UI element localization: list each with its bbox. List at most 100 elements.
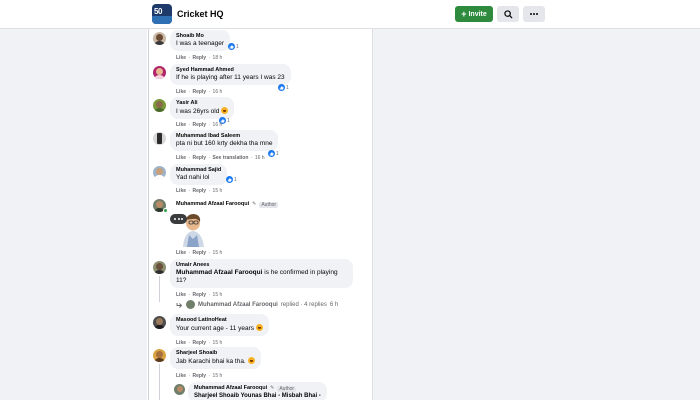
comment-author[interactable]: Muhammad Afzaal Farooqui bbox=[176, 201, 249, 208]
comment-actions: Like · Reply · 15 h bbox=[176, 340, 223, 346]
comment-time[interactable]: 18 h bbox=[213, 55, 223, 61]
comment-bubble: Shoaib Mo I was a teenager bbox=[170, 30, 231, 51]
reaction-count[interactable]: 1 bbox=[228, 43, 239, 50]
comment-author[interactable]: Sharjeel Shoaib bbox=[176, 350, 255, 357]
invite-button[interactable]: + Invite bbox=[455, 6, 493, 22]
avatar[interactable] bbox=[153, 99, 166, 112]
like-link[interactable]: Like bbox=[176, 122, 186, 128]
thread-line bbox=[159, 276, 160, 302]
reply-author[interactable]: Muhammad Afzaal Farooqui bbox=[194, 385, 267, 392]
like-link[interactable]: Like bbox=[176, 55, 186, 61]
reply-bubble: Muhammad Afzaal Farooqui ✎ Author Sharje… bbox=[188, 382, 327, 400]
like-reaction-icon bbox=[268, 150, 275, 157]
reply-link[interactable]: Reply bbox=[192, 292, 206, 298]
reply-link[interactable]: Reply bbox=[192, 340, 206, 346]
avatar[interactable] bbox=[153, 66, 166, 79]
avatar[interactable] bbox=[153, 261, 166, 274]
comment-time[interactable]: 15 h bbox=[213, 340, 223, 346]
comment-time[interactable]: 15 h bbox=[213, 188, 223, 194]
avatar[interactable] bbox=[153, 166, 166, 179]
comment-author[interactable]: Syed Hammad Ahmed bbox=[176, 67, 285, 74]
reaction-count[interactable]: 1 bbox=[268, 150, 279, 157]
comment-text: Muhammad Afzaal Farooqui is he confirmed… bbox=[176, 269, 338, 276]
like-link[interactable]: Like bbox=[176, 250, 186, 256]
group-title[interactable]: Cricket HQ bbox=[177, 9, 224, 19]
see-translation-link[interactable]: See translation bbox=[213, 155, 249, 161]
comment-text-continued: 11? bbox=[176, 277, 187, 284]
more-options-button[interactable] bbox=[523, 6, 545, 22]
comment-time[interactable]: 16 h bbox=[255, 155, 265, 161]
avatar[interactable] bbox=[153, 349, 166, 362]
like-reaction-icon bbox=[278, 84, 285, 91]
typing-indicator bbox=[170, 214, 187, 224]
online-status-dot bbox=[163, 208, 168, 213]
avatar[interactable] bbox=[153, 316, 166, 329]
comment-bubble: Masood LatinoHeat Your current age - 11 … bbox=[170, 314, 269, 336]
like-reaction-icon bbox=[226, 176, 233, 183]
comment-author-row: Muhammad Afzaal Farooqui ✎ Author bbox=[176, 201, 279, 208]
thread-line bbox=[159, 364, 160, 400]
comment-time[interactable]: 15 h bbox=[213, 250, 223, 256]
comment-author[interactable]: Muhammad Ibad Saleem bbox=[176, 133, 272, 140]
reply-link[interactable]: Reply bbox=[192, 122, 206, 128]
reply-text: Sharjeel Shoaib Younas Bhai - Misbah Bha… bbox=[194, 393, 321, 399]
author-badge: Author bbox=[259, 201, 279, 208]
laugh-emoji-icon bbox=[221, 107, 229, 114]
comment-actions: Like · Reply · 15 h bbox=[176, 373, 223, 379]
avatar[interactable] bbox=[174, 384, 185, 395]
comment-actions: Like · Reply · 15 h bbox=[176, 188, 223, 194]
reply-link[interactable]: Reply bbox=[192, 89, 206, 95]
author-badge: Author bbox=[277, 385, 297, 392]
comment-time[interactable]: 16 h bbox=[213, 122, 223, 128]
reply-link[interactable]: Reply bbox=[192, 155, 206, 161]
comment-time[interactable]: 16 h bbox=[213, 89, 223, 95]
comment-text: I was a teenager bbox=[176, 40, 225, 47]
comment-author[interactable]: Umair Anees bbox=[176, 262, 347, 269]
reply-author-row: Muhammad Afzaal Farooqui ✎ Author bbox=[194, 385, 321, 392]
comment-text: I was 26yrs old bbox=[176, 107, 229, 116]
plus-icon: + bbox=[461, 8, 467, 19]
search-button[interactable] bbox=[497, 6, 519, 22]
comment-bubble: Syed Hammad Ahmed If he is playing after… bbox=[170, 64, 291, 85]
comment-author[interactable]: Shoaib Mo bbox=[176, 33, 224, 40]
comment-author[interactable]: Masood LatinoHeat bbox=[176, 317, 263, 324]
comment-author[interactable]: Muhammad Sajid bbox=[176, 167, 221, 174]
comment-time[interactable]: 15 h bbox=[213, 292, 223, 298]
comment-actions: Like · Reply · 18 h bbox=[176, 55, 223, 61]
comment-author[interactable]: Yasir Ali bbox=[176, 100, 228, 107]
reply-arrow-icon bbox=[176, 302, 183, 308]
like-link[interactable]: Like bbox=[176, 89, 186, 95]
right-panel bbox=[374, 29, 700, 400]
comment-bubble: Yasir Ali I was 26yrs old bbox=[170, 97, 235, 119]
reaction-count[interactable]: 1 bbox=[278, 84, 289, 91]
like-link[interactable]: Like bbox=[176, 155, 186, 161]
reply-link[interactable]: Reply bbox=[192, 373, 206, 379]
comment-text: Yad nahi lol bbox=[176, 174, 210, 181]
laugh-emoji-icon bbox=[255, 324, 263, 331]
reply-link[interactable]: Reply bbox=[192, 250, 206, 256]
moderator-icon: ✎ bbox=[270, 385, 275, 391]
comment-text: If he is playing after 11 years I was 23 bbox=[176, 74, 285, 81]
reply-link[interactable]: Reply bbox=[192, 55, 206, 61]
avatar[interactable] bbox=[153, 132, 166, 145]
like-link[interactable]: Like bbox=[176, 188, 186, 194]
comment-text: Your current age - 11 years bbox=[176, 324, 263, 333]
group-logo[interactable]: 50 bbox=[152, 4, 172, 24]
avatar[interactable] bbox=[153, 32, 166, 45]
comment-actions: Like · Reply · See translation · 16 h bbox=[176, 155, 265, 161]
view-replies-link[interactable]: Muhammad Afzaal Farooqui replied · 4 rep… bbox=[176, 300, 338, 309]
like-link[interactable]: Like bbox=[176, 292, 186, 298]
comment-actions: Like · Reply · 15 h bbox=[176, 292, 223, 298]
comment-actions: Like · Reply · 16 h bbox=[176, 122, 223, 128]
avatar bbox=[186, 300, 195, 309]
reaction-count[interactable]: 1 bbox=[226, 176, 237, 183]
mention-link[interactable]: Muhammad Afzaal Farooqui bbox=[176, 269, 262, 276]
search-icon bbox=[503, 9, 513, 19]
comment-actions: Like · Reply · 16 h bbox=[176, 89, 223, 95]
comment-time[interactable]: 15 h bbox=[213, 373, 223, 379]
comment-actions: Like · Reply · 15 h bbox=[176, 250, 223, 256]
like-link[interactable]: Like bbox=[176, 373, 186, 379]
like-link[interactable]: Like bbox=[176, 340, 186, 346]
group-header: 50 Cricket HQ + Invite bbox=[0, 0, 700, 29]
reply-link[interactable]: Reply bbox=[192, 188, 206, 194]
